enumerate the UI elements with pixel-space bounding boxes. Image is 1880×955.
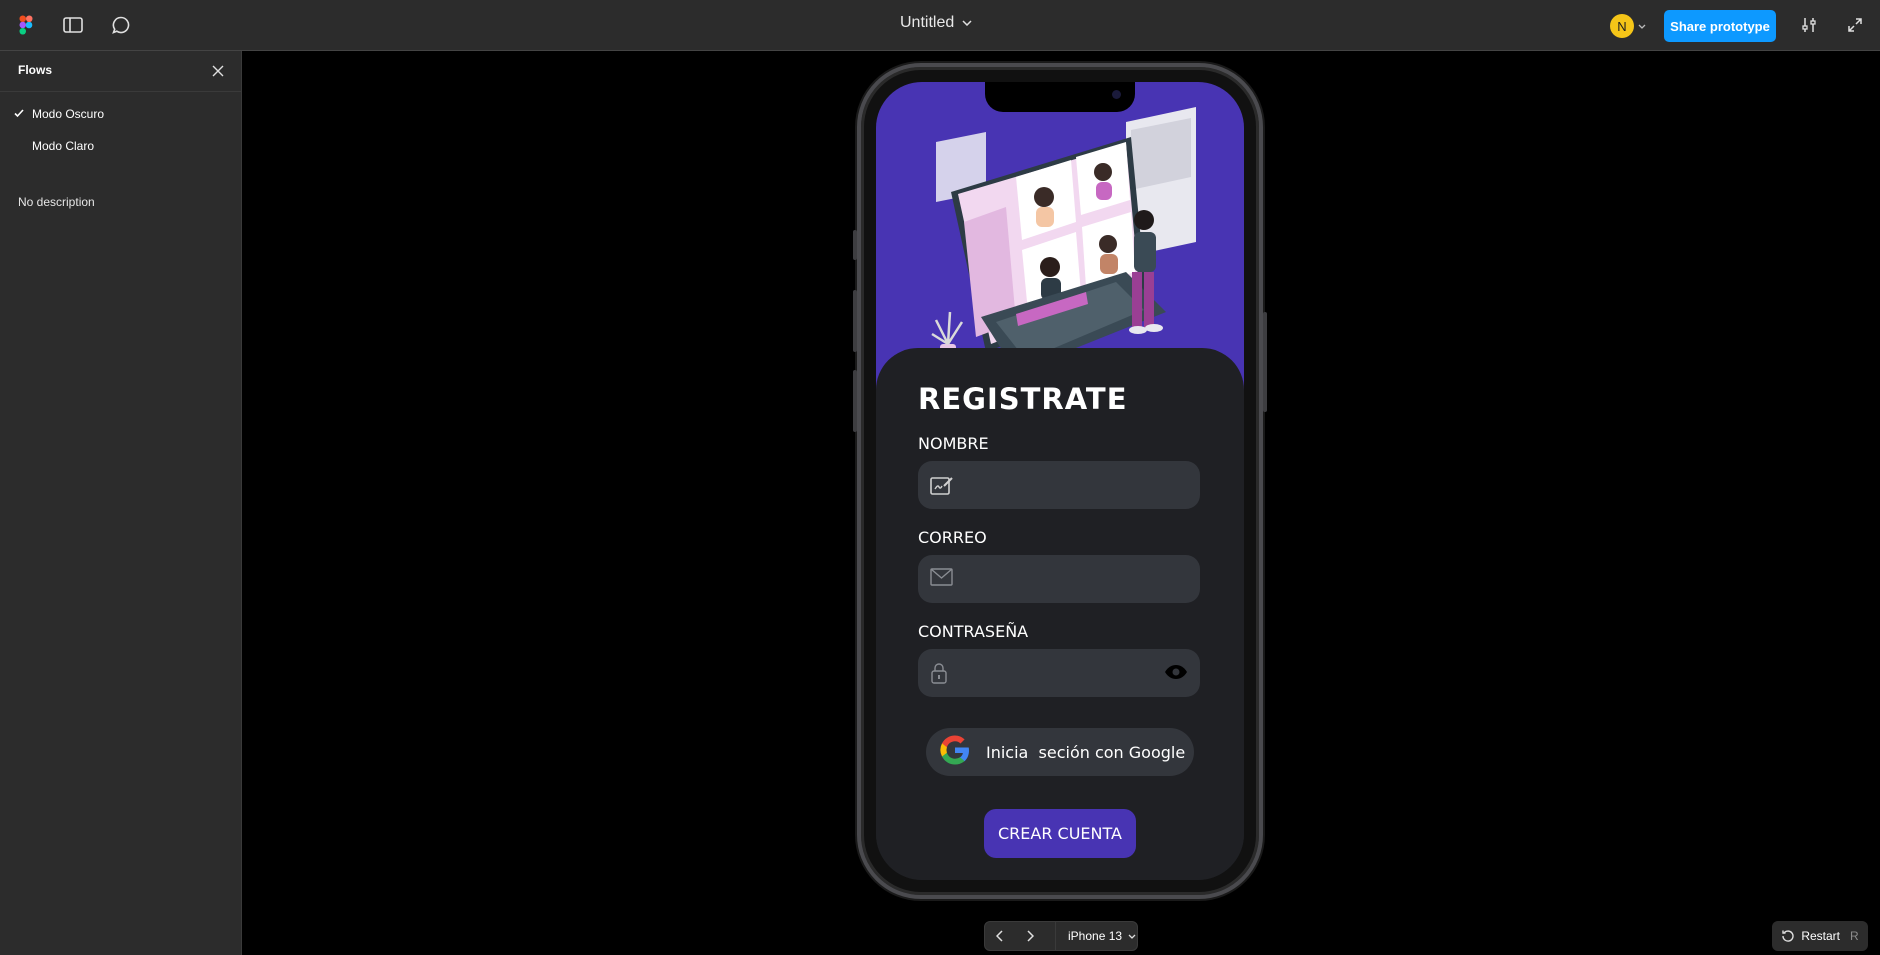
document-title-text: Untitled xyxy=(900,14,955,31)
top-toolbar: Untitled N Share prototype xyxy=(0,0,1880,51)
device-name: iPhone 13 xyxy=(1068,929,1123,943)
chevron-right-icon[interactable] xyxy=(1015,922,1045,950)
sidebar-title: Flows xyxy=(18,63,53,77)
password-field[interactable] xyxy=(918,649,1200,697)
restart-icon xyxy=(1782,930,1794,942)
name-label: NOMBRE xyxy=(918,434,989,453)
google-icon xyxy=(938,733,972,772)
create-account-button[interactable]: CREAR CUENTA xyxy=(984,809,1136,858)
flow-item-label: Modo Claro xyxy=(32,139,95,153)
flows-sidebar: Flows Modo Oscuro Modo Claro No descript… xyxy=(0,51,242,955)
camera-icon xyxy=(1112,90,1121,99)
device-selector[interactable]: iPhone 13 xyxy=(1056,929,1136,943)
phone-volume-down-button xyxy=(853,370,857,432)
google-signin-button[interactable]: Inicia seción con Google xyxy=(926,728,1194,776)
flow-item-label: Modo Oscuro xyxy=(32,107,105,121)
mail-icon xyxy=(930,568,954,591)
video-call-illustration xyxy=(931,107,1196,372)
phone-volume-up-button xyxy=(853,290,857,352)
phone-power-button xyxy=(1263,312,1267,412)
chevron-left-icon[interactable] xyxy=(985,922,1015,950)
settings-sliders-icon[interactable] xyxy=(1797,13,1821,37)
document-title[interactable]: Untitled xyxy=(900,14,972,32)
check-icon xyxy=(14,107,24,121)
email-label: CORREO xyxy=(918,528,987,547)
close-icon[interactable] xyxy=(208,61,228,81)
share-prototype-button[interactable]: Share prototype xyxy=(1664,10,1776,42)
flow-description: No description xyxy=(18,195,95,209)
google-signin-label: Inicia seción con Google xyxy=(986,742,1186,762)
password-label: CONTRASEÑA xyxy=(918,622,1029,641)
restart-button[interactable]: Restart R xyxy=(1772,921,1868,951)
phone-notch xyxy=(985,82,1135,112)
chevron-down-icon xyxy=(1638,24,1646,29)
hero-illustration xyxy=(876,82,1244,392)
email-field[interactable] xyxy=(918,555,1200,603)
chevron-down-icon xyxy=(962,20,972,26)
comment-icon[interactable] xyxy=(109,13,133,37)
eye-icon[interactable] xyxy=(1164,663,1188,686)
restart-shortcut: R xyxy=(1850,929,1859,943)
page-title: REGISTRATE xyxy=(918,382,1128,416)
form-panel xyxy=(876,348,1244,880)
name-field[interactable] xyxy=(918,461,1200,509)
prototype-navigation: iPhone 13 xyxy=(984,921,1138,951)
chevron-down-icon xyxy=(1128,934,1136,939)
sidebar-toggle-icon[interactable] xyxy=(61,13,85,37)
avatar: N xyxy=(1610,14,1634,38)
flow-item-modo-claro[interactable]: Modo Claro xyxy=(0,133,242,159)
restart-label: Restart xyxy=(1801,929,1840,943)
lock-icon xyxy=(930,662,948,689)
sidebar-divider xyxy=(0,91,242,92)
phone-mute-button xyxy=(853,230,857,260)
user-menu[interactable]: N xyxy=(1608,13,1658,39)
figma-logo-icon[interactable] xyxy=(14,13,38,37)
signature-icon xyxy=(930,474,954,501)
app-screen: REGISTRATE NOMBRE CORREO CONTRASEÑA Inic… xyxy=(876,82,1244,880)
fullscreen-icon[interactable] xyxy=(1843,13,1867,37)
flow-item-modo-oscuro[interactable]: Modo Oscuro xyxy=(0,101,242,127)
